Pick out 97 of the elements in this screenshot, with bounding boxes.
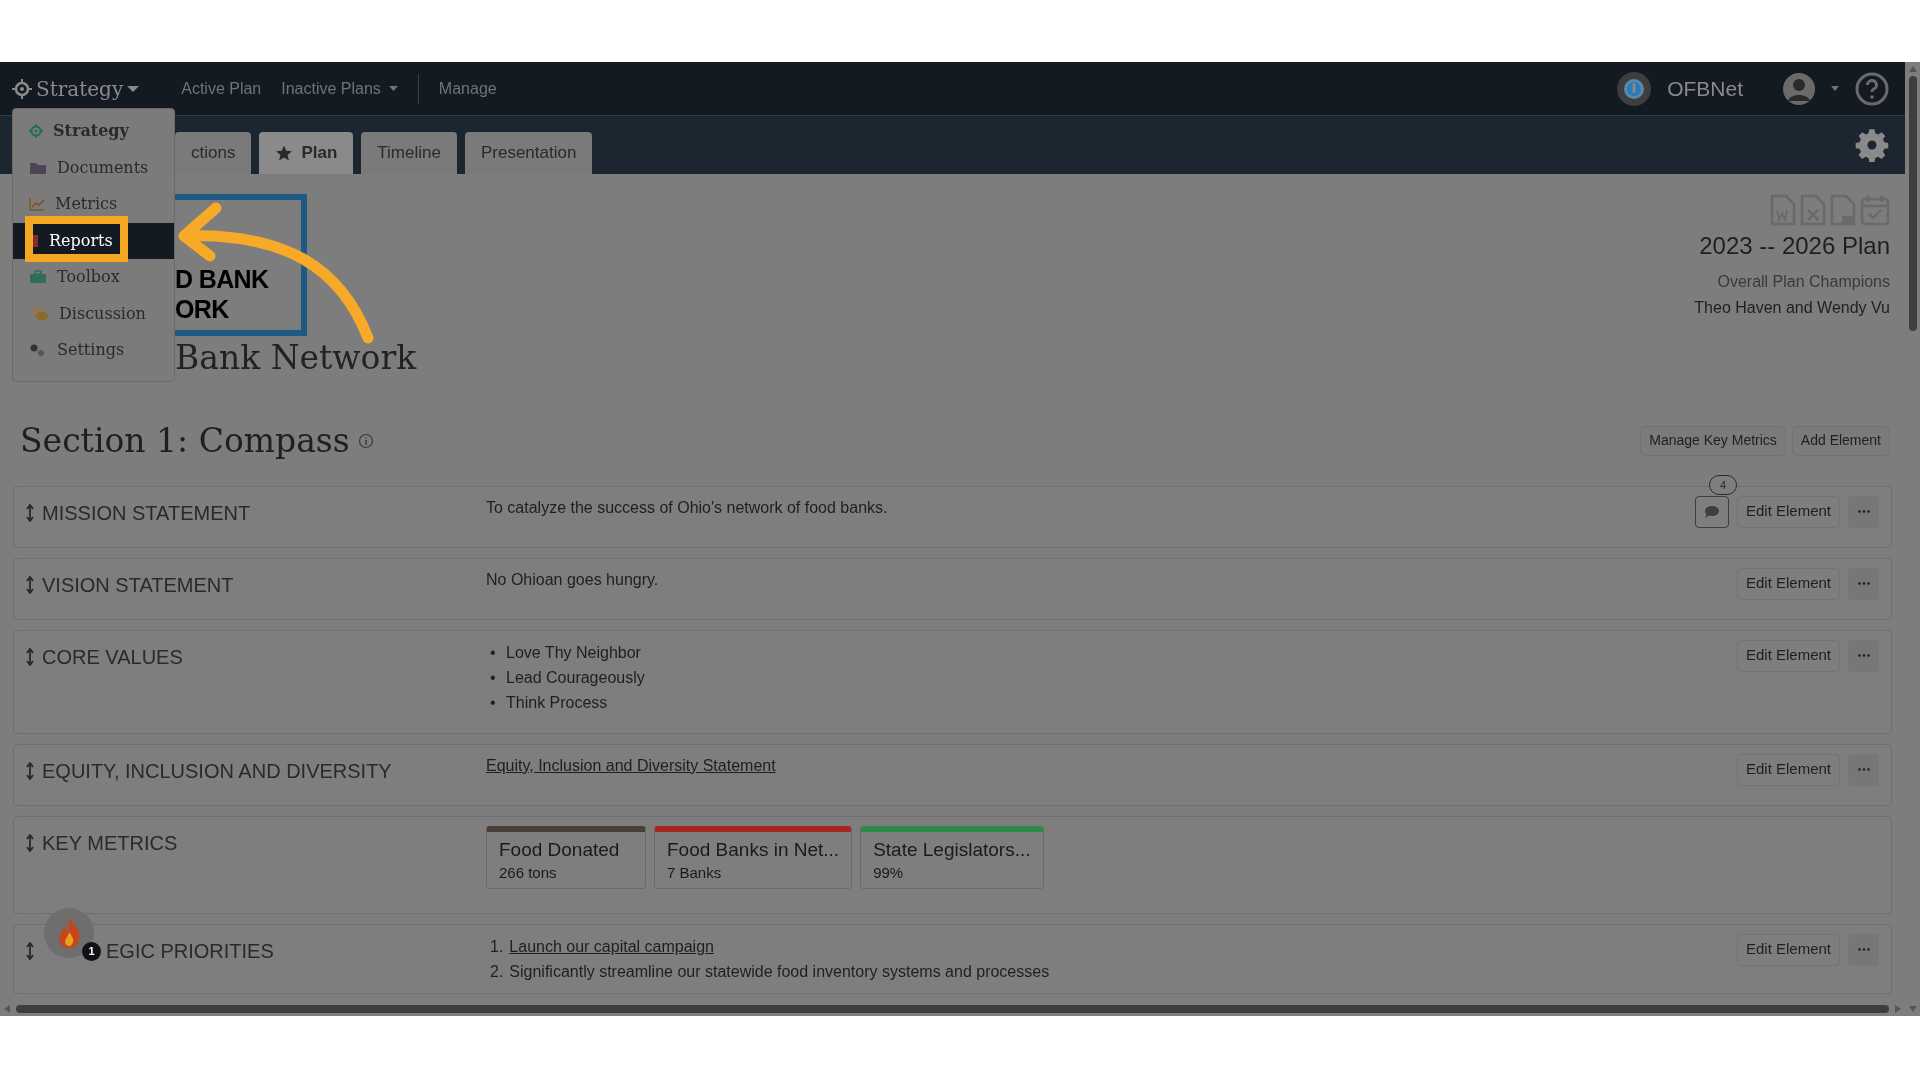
more-options-button[interactable] (1848, 495, 1879, 528)
section-title: Section 1: Compass (20, 420, 350, 462)
nav-link[interactable]: Inactive Plans (281, 76, 398, 101)
scroll-down-icon[interactable] (1908, 1006, 1917, 1012)
list-marker: • (489, 642, 497, 663)
list-marker: 2. (489, 961, 504, 982)
comments-button[interactable] (1694, 495, 1729, 528)
logo-text: ORK (175, 294, 230, 324)
drag-handle-icon[interactable] (26, 575, 34, 594)
metric-value: 266 tons (499, 862, 558, 883)
folder-icon (29, 160, 47, 175)
scrollbar-thumb[interactable] (16, 1005, 1889, 1013)
crosshair-icon (12, 78, 32, 99)
tab[interactable]: Timeline (361, 132, 457, 174)
metric-name: State Legislators... (873, 837, 1031, 862)
list-item: Lead Courageously (506, 667, 645, 688)
ellipsis-icon (1857, 510, 1870, 513)
metric-card[interactable]: Food Donated 266 tons (486, 825, 646, 889)
element-title: VISION STATEMENT (42, 572, 234, 598)
element-title: EGIC PRIORITIES (106, 938, 274, 964)
list-marker: 1. (489, 936, 504, 957)
list-item: Think Process (506, 692, 608, 713)
comment-count-badge: 4 (1708, 474, 1738, 495)
tab[interactable]: ctions (175, 132, 252, 174)
drag-handle-icon[interactable] (26, 941, 34, 960)
tab[interactable]: Presentation (464, 132, 593, 174)
scroll-right-icon[interactable] (1895, 1005, 1901, 1013)
list-marker: • (489, 692, 497, 713)
drag-handle-icon[interactable] (26, 647, 34, 666)
scrollbar-thumb[interactable] (1908, 76, 1917, 331)
priority-link[interactable]: Launch our capital campaign (509, 933, 714, 959)
drag-handle-icon[interactable] (26, 833, 34, 852)
ellipsis-icon (1857, 654, 1870, 657)
metric-value: 7 Banks (667, 862, 723, 883)
app-menu-item[interactable]: Settings (13, 337, 174, 364)
edit-element-button[interactable]: Edit Element (1736, 495, 1840, 528)
strategy-menu-button[interactable]: Strategy (12, 73, 140, 104)
metric-card[interactable]: State Legislators... 99% (860, 825, 1044, 889)
scroll-up-icon[interactable] (1908, 66, 1917, 72)
crosshair-icon (29, 124, 43, 139)
element-title: MISSION STATEMENT (42, 500, 251, 526)
element-text: No Ohioan goes hungry. (486, 569, 659, 588)
avatar-icon[interactable] (1783, 72, 1815, 105)
app-menu-item[interactable]: Strategy (13, 118, 174, 145)
ellipsis-icon (1857, 582, 1870, 585)
list-item: Significantly streamline our statewide food inventory systems and processes (509, 961, 1050, 982)
edit-element-button[interactable]: Edit Element (1736, 753, 1840, 786)
info-icon[interactable] (357, 432, 374, 449)
app-menu-item[interactable]: Metrics (13, 191, 174, 218)
list-item: Love Thy Neighbor (506, 642, 641, 663)
scroll-left-icon[interactable] (4, 1005, 10, 1013)
app-menu-item[interactable]: Documents (13, 154, 174, 181)
tab[interactable]: Plan (259, 132, 354, 174)
more-options-button[interactable] (1848, 933, 1879, 966)
list-marker: • (489, 667, 497, 688)
drag-handle-icon[interactable] (26, 503, 34, 522)
organization-title: Bank Network (175, 337, 417, 379)
statement-link[interactable]: Equity, Inclusion and Diversity Statement (486, 754, 776, 774)
section-button[interactable]: Manage Key Metrics (1640, 425, 1786, 456)
org-logo-icon[interactable] (1617, 71, 1652, 106)
champions-label: Overall Plan Champions (1717, 272, 1890, 292)
caret-icon[interactable] (1831, 86, 1839, 91)
plan-title: 2023 -- 2026 Plan (1699, 231, 1890, 261)
help-icon[interactable] (1855, 71, 1889, 106)
vertical-scrollbar[interactable] (1905, 62, 1920, 1016)
toolbox-icon (29, 270, 47, 285)
edit-element-button[interactable]: Edit Element (1736, 567, 1840, 600)
element-title: EQUITY, INCLUSION AND DIVERSITY (42, 758, 392, 784)
element-title: CORE VALUES (42, 644, 183, 670)
metric-value: 99% (873, 862, 905, 883)
ellipsis-icon (1857, 768, 1870, 771)
drag-handle-icon[interactable] (26, 761, 34, 780)
logo-text: D BANK (175, 264, 270, 294)
metric-name: Food Donated (499, 837, 620, 862)
element-title: KEY METRICS (42, 830, 178, 856)
champions-names: Theo Haven and Wendy Vu (1694, 298, 1890, 318)
section-button[interactable]: Add Element (1791, 425, 1890, 456)
edit-element-button[interactable]: Edit Element (1736, 639, 1840, 672)
organization-name: OFBNet (1667, 75, 1743, 102)
app-menu-item[interactable]: Toolbox (13, 264, 174, 291)
more-options-button[interactable] (1848, 567, 1879, 600)
more-options-button[interactable] (1848, 753, 1879, 786)
ellipsis-icon (1857, 948, 1870, 951)
nav-link[interactable]: Manage (438, 76, 497, 101)
caret-icon (127, 84, 140, 93)
nav-link[interactable]: Active Plan (181, 76, 262, 101)
element-text: To catalyze the success of Ohio's network of food banks. (486, 497, 888, 516)
edit-element-button[interactable]: Edit Element (1736, 933, 1840, 966)
app-menu-item[interactable]: Discussion (13, 300, 174, 327)
metric-name: Food Banks in Net... (667, 837, 840, 862)
chat-bubbles-icon (29, 305, 49, 322)
more-options-button[interactable] (1848, 639, 1879, 672)
comment-icon (1703, 504, 1720, 519)
settings-icon[interactable] (1855, 128, 1889, 162)
flame-icon[interactable] (44, 908, 94, 958)
metric-card[interactable]: Food Banks in Net... 7 Banks (654, 825, 853, 889)
line-chart-icon (29, 197, 45, 212)
